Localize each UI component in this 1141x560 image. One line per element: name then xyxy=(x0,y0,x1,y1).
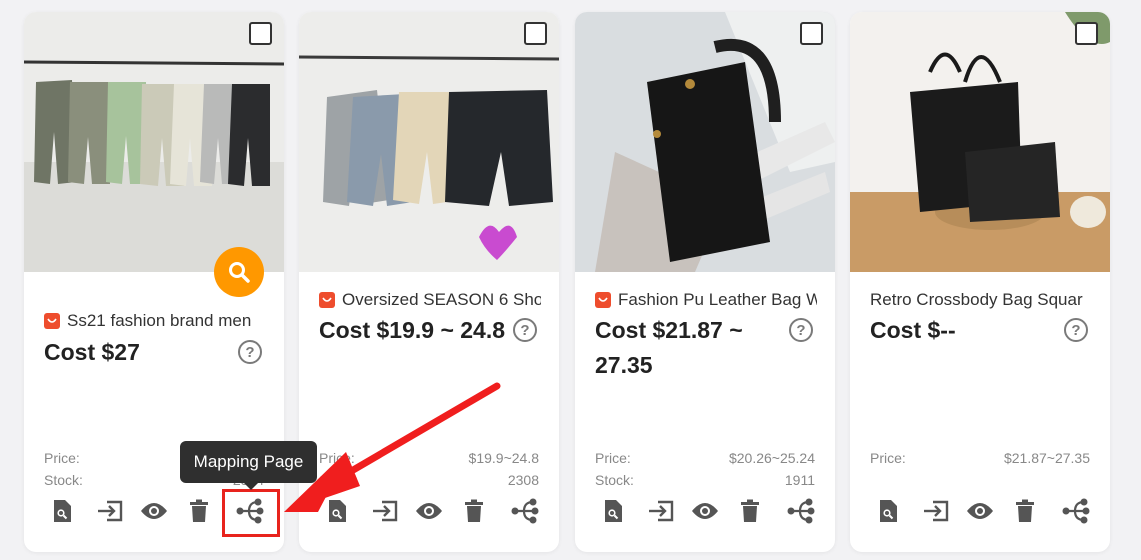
product-title-row: Oversized SEASON 6 Sho xyxy=(319,290,541,310)
eye-icon xyxy=(141,503,167,519)
push-button[interactable] xyxy=(921,496,951,526)
push-button[interactable] xyxy=(370,496,400,526)
price-value: $20.26~25.24 xyxy=(728,450,815,466)
stock-row: Stock: 1911 xyxy=(595,472,815,488)
action-bar xyxy=(870,496,1100,528)
select-checkbox[interactable] xyxy=(800,22,823,45)
delete-button[interactable] xyxy=(1010,496,1040,526)
product-title-row: Retro Crossbody Bag Squar xyxy=(870,290,1092,310)
image-search-button[interactable] xyxy=(214,247,264,297)
detail-button[interactable] xyxy=(598,496,628,526)
highlight-box xyxy=(222,489,280,537)
mapping-icon xyxy=(787,498,815,524)
push-button[interactable] xyxy=(646,496,676,526)
price-label: Price: xyxy=(870,450,906,466)
price-label: Price: xyxy=(595,450,631,466)
product-cost: Cost $21.87 ~ 27.35 xyxy=(595,317,743,378)
price-label: Price: xyxy=(319,450,355,466)
product-title[interactable]: Ss21 fashion brand men xyxy=(67,311,251,331)
detail-button[interactable] xyxy=(873,496,903,526)
search-document-icon xyxy=(54,500,71,522)
mapping-icon xyxy=(1062,498,1090,524)
trash-icon xyxy=(1016,499,1034,522)
product-cost: Cost $27 xyxy=(44,339,140,365)
mapping-page-tooltip: Mapping Page xyxy=(180,441,317,490)
stock-row: Stock: 2308 xyxy=(319,472,539,488)
help-icon[interactable]: ? xyxy=(513,318,537,342)
push-icon xyxy=(649,500,674,522)
product-cost: Cost $19.9 ~ 24.8 xyxy=(319,317,506,343)
product-title-row: Ss21 fashion brand men xyxy=(44,311,266,331)
delete-button[interactable] xyxy=(459,496,489,526)
store-badge-icon xyxy=(319,292,335,308)
product-card: Oversized SEASON 6 Sho Cost $19.9 ~ 24.8… xyxy=(299,12,559,552)
stock-label: Stock: xyxy=(595,472,634,488)
mapping-button[interactable] xyxy=(786,496,816,526)
product-cost: Cost $-- xyxy=(870,317,956,343)
select-checkbox[interactable] xyxy=(1075,22,1098,45)
preview-button[interactable] xyxy=(965,496,995,526)
preview-button[interactable] xyxy=(690,496,720,526)
help-icon[interactable]: ? xyxy=(1064,318,1088,342)
store-badge-icon xyxy=(595,292,611,308)
product-card: Retro Crossbody Bag Squar Cost $-- ? Pri… xyxy=(850,12,1110,552)
stock-label: Stock: xyxy=(44,472,83,488)
product-photo[interactable] xyxy=(575,12,835,272)
product-card: Fashion Pu Leather Bag W Cost $21.87 ~ 2… xyxy=(575,12,835,552)
action-bar xyxy=(319,496,549,528)
select-checkbox[interactable] xyxy=(524,22,547,45)
eye-icon xyxy=(692,503,718,519)
product-title[interactable]: Fashion Pu Leather Bag W xyxy=(618,290,817,310)
push-icon xyxy=(98,500,123,522)
product-title[interactable]: Oversized SEASON 6 Sho xyxy=(342,290,541,310)
push-button[interactable] xyxy=(95,496,125,526)
search-icon xyxy=(229,262,250,283)
eye-icon xyxy=(416,503,442,519)
stock-value: 2308 xyxy=(507,472,539,488)
price-row: Price: $19.9~24.8 xyxy=(319,450,539,466)
mapping-button[interactable] xyxy=(510,496,540,526)
mapping-button[interactable] xyxy=(1061,496,1091,526)
stock-value: 1911 xyxy=(784,472,815,488)
trash-icon xyxy=(465,499,483,522)
product-title[interactable]: Retro Crossbody Bag Squar xyxy=(870,290,1083,310)
search-document-icon xyxy=(329,500,346,522)
store-badge-icon xyxy=(44,313,60,329)
product-photo[interactable] xyxy=(850,12,1110,272)
delete-button[interactable] xyxy=(735,496,765,526)
help-icon[interactable]: ? xyxy=(238,340,262,364)
trash-icon xyxy=(190,499,208,522)
product-photo[interactable] xyxy=(24,12,284,272)
mapping-icon xyxy=(511,498,539,524)
product-photo[interactable] xyxy=(299,12,559,272)
action-bar xyxy=(595,496,825,528)
select-checkbox[interactable] xyxy=(249,22,272,45)
price-label: Price: xyxy=(44,450,80,466)
help-icon[interactable]: ? xyxy=(789,318,813,342)
push-icon xyxy=(924,500,949,522)
eye-icon xyxy=(967,503,993,519)
detail-button[interactable] xyxy=(47,496,77,526)
preview-button[interactable] xyxy=(414,496,444,526)
delete-button[interactable] xyxy=(184,496,214,526)
product-title-row: Fashion Pu Leather Bag W xyxy=(595,290,817,310)
trash-icon xyxy=(741,499,759,522)
push-icon xyxy=(373,500,398,522)
detail-button[interactable] xyxy=(322,496,352,526)
price-row: Price: $20.26~25.24 xyxy=(595,450,815,466)
price-row: Price: $21.87~27.35 xyxy=(870,450,1090,466)
price-value: $19.9~24.8 xyxy=(468,450,539,466)
search-document-icon xyxy=(605,500,622,522)
price-value: $21.87~27.35 xyxy=(1003,450,1090,466)
search-document-icon xyxy=(880,500,897,522)
stock-label: Stock: xyxy=(319,472,358,488)
preview-button[interactable] xyxy=(139,496,169,526)
